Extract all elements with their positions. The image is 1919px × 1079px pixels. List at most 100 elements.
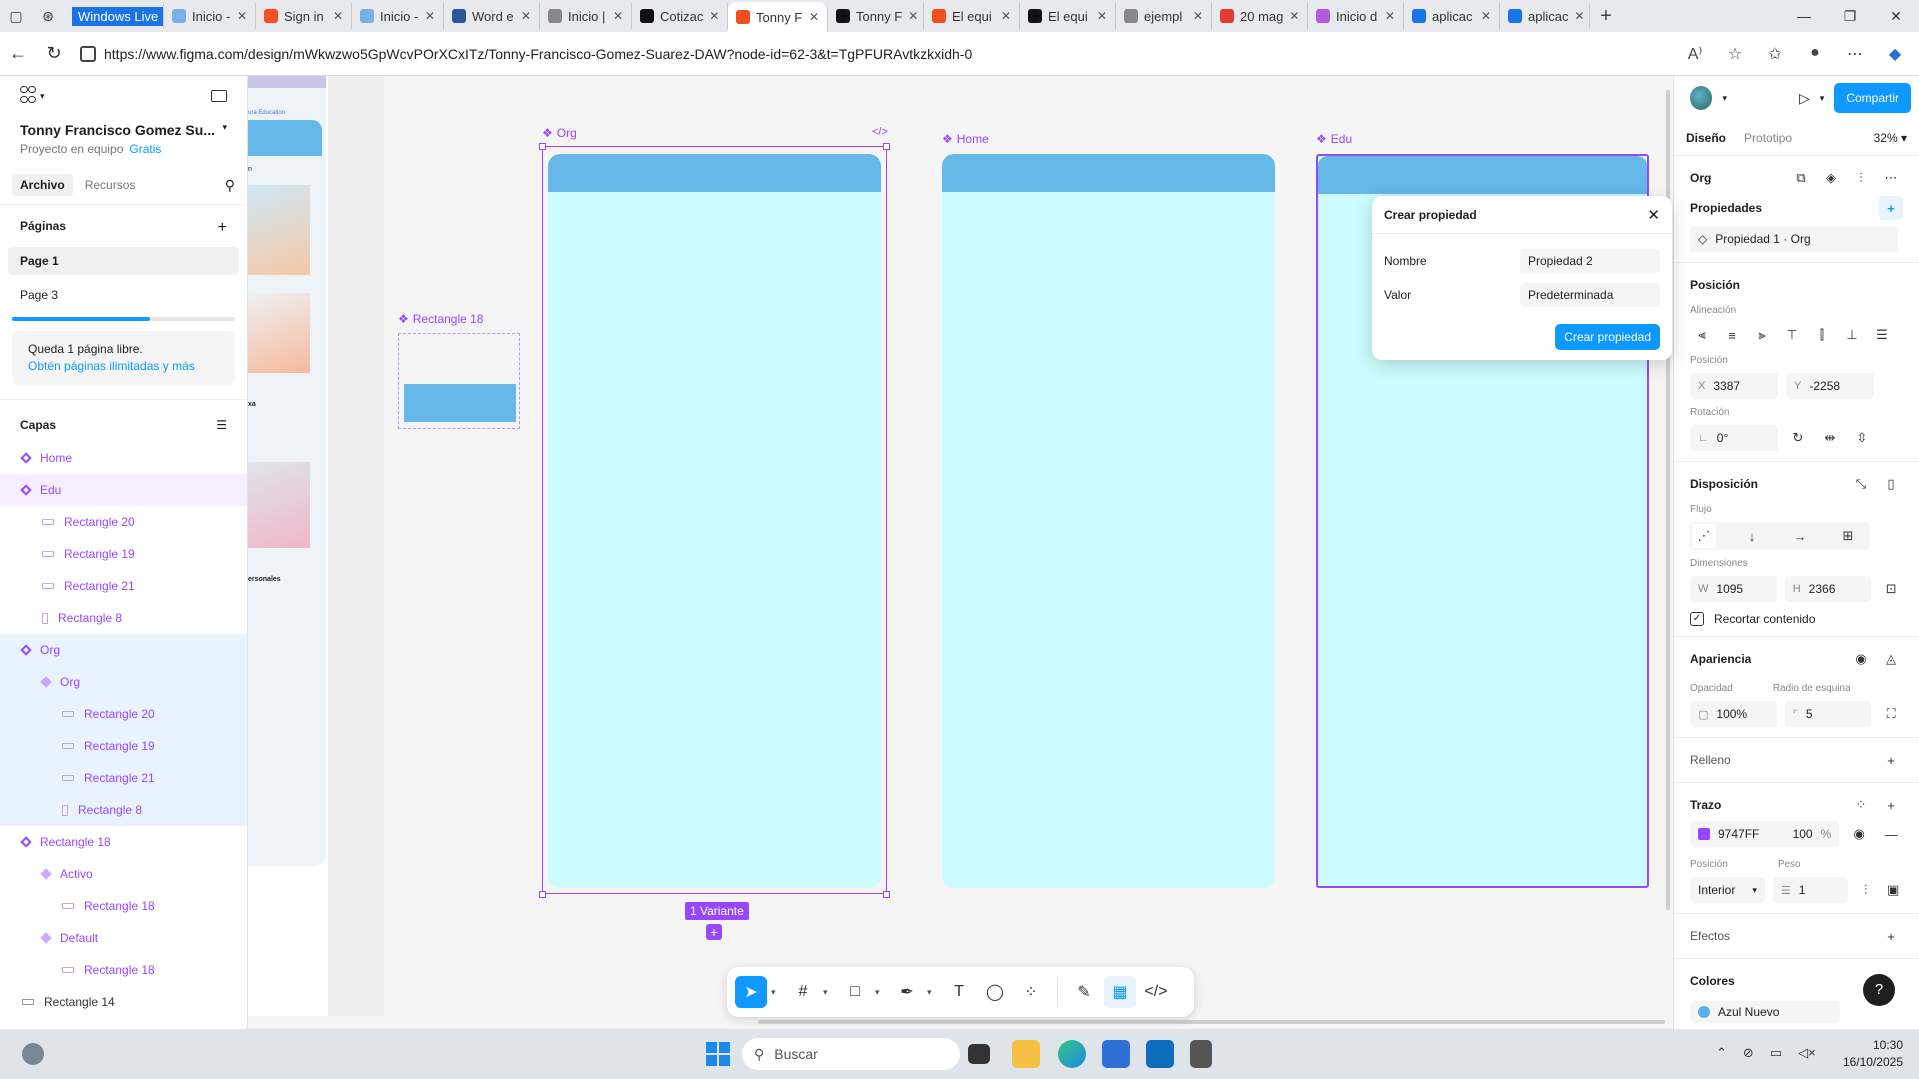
site-info-icon[interactable] (80, 45, 96, 62)
design-mode-icon[interactable]: ▦ (1104, 976, 1136, 1008)
layer-item[interactable]: Rectangle 8 (0, 602, 247, 634)
resize-handle[interactable] (539, 891, 546, 898)
layer-item[interactable]: Home (0, 442, 247, 474)
close-tab-icon[interactable]: ✕ (809, 10, 819, 24)
more-icon[interactable]: ⋯ (1879, 166, 1903, 190)
chevron-down-icon[interactable]: ▾ (1820, 93, 1825, 104)
frame-tool-icon[interactable]: # (787, 976, 819, 1008)
stroke-sides-icon[interactable]: ▣ (1883, 878, 1903, 902)
align-center-v-icon[interactable]: ⫿ (1810, 323, 1834, 347)
stroke-color-input[interactable]: 9747FF 100 % (1690, 821, 1840, 847)
layer-item[interactable]: Rectangle 21 (0, 570, 247, 602)
layer-item[interactable]: Rectangle 18 (0, 826, 247, 858)
flow-horizontal-icon[interactable]: → (1788, 524, 1812, 548)
close-window-icon[interactable]: ✕ (1873, 8, 1919, 25)
new-tab-button[interactable]: + (1590, 5, 1622, 28)
plan-badge[interactable]: Gratis (129, 142, 161, 156)
add-effect-icon[interactable]: + (1879, 924, 1903, 948)
component-icon[interactable]: ◈ (1819, 166, 1843, 190)
component-name[interactable]: Org (1690, 171, 1711, 185)
shape-tool-icon[interactable]: □ (839, 976, 871, 1008)
project-title[interactable]: Tonny Francisco Gomez Su... ▾ (0, 116, 247, 138)
education-page-frame[interactable]: ura Education n xa ersonales (248, 76, 328, 1016)
layer-item[interactable]: Rectangle 20 (0, 506, 247, 538)
tab-actions-icon[interactable]: ▢ (0, 0, 32, 32)
corner-radius-input[interactable]: ⌜ 5 (1784, 701, 1872, 727)
sidebar-toggle-icon[interactable] (211, 90, 227, 102)
add-fill-icon[interactable]: + (1879, 748, 1903, 772)
create-property-button[interactable]: Crear propiedad (1555, 324, 1660, 350)
flip-vertical-icon[interactable]: ⇳ (1850, 426, 1874, 450)
clock[interactable]: 10:30 16/10/2025 (1843, 1037, 1903, 1071)
pen-tool-icon[interactable]: ✒ (891, 976, 923, 1008)
browser-tab[interactable]: Cotizac ✕ (632, 3, 728, 29)
blend-icon[interactable]: ◬ (1879, 647, 1903, 671)
stroke-swatch[interactable] (1698, 828, 1710, 840)
flow-vertical-icon[interactable]: ↓ (1740, 524, 1764, 548)
stroke-styles-icon[interactable]: ⁘ (1849, 793, 1873, 817)
avatar[interactable] (1690, 86, 1713, 110)
distribute-icon[interactable]: ☰ (1870, 323, 1894, 347)
close-tab-icon[interactable]: ✕ (1193, 9, 1203, 23)
store-icon[interactable] (1102, 1040, 1130, 1068)
add-page-icon[interactable]: + (218, 219, 227, 237)
tab-prototype[interactable]: Prototipo (1744, 131, 1792, 145)
x-input[interactable]: X 3387 (1690, 373, 1778, 399)
align-left-icon[interactable]: ⫷ (1690, 323, 1714, 347)
close-tab-icon[interactable]: ✕ (1097, 9, 1107, 23)
layer-item[interactable]: Rectangle 20 (0, 698, 247, 730)
actions-icon[interactable]: ⁘ (1015, 976, 1047, 1008)
figma-menu-button[interactable]: ▾ (20, 86, 45, 106)
browser-tab[interactable]: Word e ✕ (444, 3, 540, 29)
close-tab-icon[interactable]: ✕ (333, 9, 343, 23)
present-icon[interactable]: ▷ (1799, 90, 1810, 107)
resize-handle[interactable] (883, 143, 890, 150)
display-icon[interactable]: ▭ (1770, 1045, 1782, 1061)
favorite-star-icon[interactable]: ☆ (1717, 44, 1753, 64)
browser-tab[interactable]: Inicio - ✕ (352, 3, 444, 29)
url-field[interactable]: https://www.figma.com/design/mWkwzwo5GpW… (80, 38, 1677, 70)
close-tab-icon[interactable]: ✕ (613, 9, 623, 23)
share-button[interactable]: Compartir (1834, 83, 1911, 113)
network-off-icon[interactable]: ⊘ (1743, 1045, 1754, 1061)
favorites-icon[interactable]: ✩ (1757, 44, 1793, 64)
tab-design[interactable]: Diseño (1686, 131, 1726, 145)
profile-icon[interactable]: ● (1797, 44, 1833, 64)
property-item[interactable]: ◇ Propiedad 1 · Org (1690, 226, 1898, 252)
close-tab-icon[interactable]: ✕ (1574, 9, 1584, 23)
layer-item[interactable]: Rectangle 8 (0, 794, 247, 826)
layer-item[interactable]: Rectangle 18 (0, 890, 247, 922)
height-input[interactable]: H 2366 (1784, 576, 1872, 602)
close-tab-icon[interactable]: ✕ (709, 9, 719, 23)
browser-tab[interactable]: Inicio d ✕ (1308, 3, 1404, 29)
workspaces-icon[interactable]: ⊛ (32, 0, 64, 32)
zoom-selector[interactable]: 32% ▾ (1874, 131, 1907, 145)
edu-frame-label[interactable]: ❖ Edu (1316, 132, 1352, 146)
chevron-down-icon[interactable]: ▾ (1722, 93, 1727, 104)
browser-tab[interactable]: 20 mag ✕ (1212, 3, 1308, 29)
browser-tab[interactable]: Tonny F ✕ (828, 3, 924, 29)
independent-corners-icon[interactable]: ⛶ (1879, 702, 1903, 726)
align-right-icon[interactable]: ⫸ (1750, 323, 1774, 347)
browser-tab[interactable]: El equi ✕ (1020, 3, 1116, 29)
close-icon[interactable]: ✕ (1647, 206, 1660, 224)
calculator-icon[interactable] (1190, 1040, 1212, 1068)
tune-icon[interactable]: ⫶ (1849, 166, 1873, 190)
layer-item[interactable]: Org (0, 634, 247, 666)
flip-horizontal-icon[interactable]: ⇹ (1818, 426, 1842, 450)
flow-grid-icon[interactable]: ⊞ (1836, 524, 1860, 548)
layer-item[interactable]: Activo (0, 858, 247, 890)
page-item[interactable]: Page 1 (8, 247, 239, 275)
task-view-icon[interactable] (968, 1044, 990, 1064)
tab-file[interactable]: Archivo (12, 174, 73, 196)
more-icon[interactable]: ⋯ (1837, 44, 1873, 64)
dev-mode-icon[interactable]: </> (1140, 976, 1172, 1008)
draw-mode-icon[interactable]: ✎ (1068, 976, 1100, 1008)
chevron-down-icon[interactable]: ▾ (875, 987, 887, 998)
detach-icon[interactable]: ⧉ (1789, 166, 1813, 190)
browser-tab[interactable]: El equi ✕ (924, 3, 1020, 29)
layers-list-icon[interactable]: ☰ (216, 418, 227, 432)
edge-icon[interactable] (1058, 1040, 1086, 1068)
clip-content-checkbox[interactable]: ✓ (1690, 612, 1704, 626)
add-variant-button[interactable]: + (706, 924, 722, 940)
